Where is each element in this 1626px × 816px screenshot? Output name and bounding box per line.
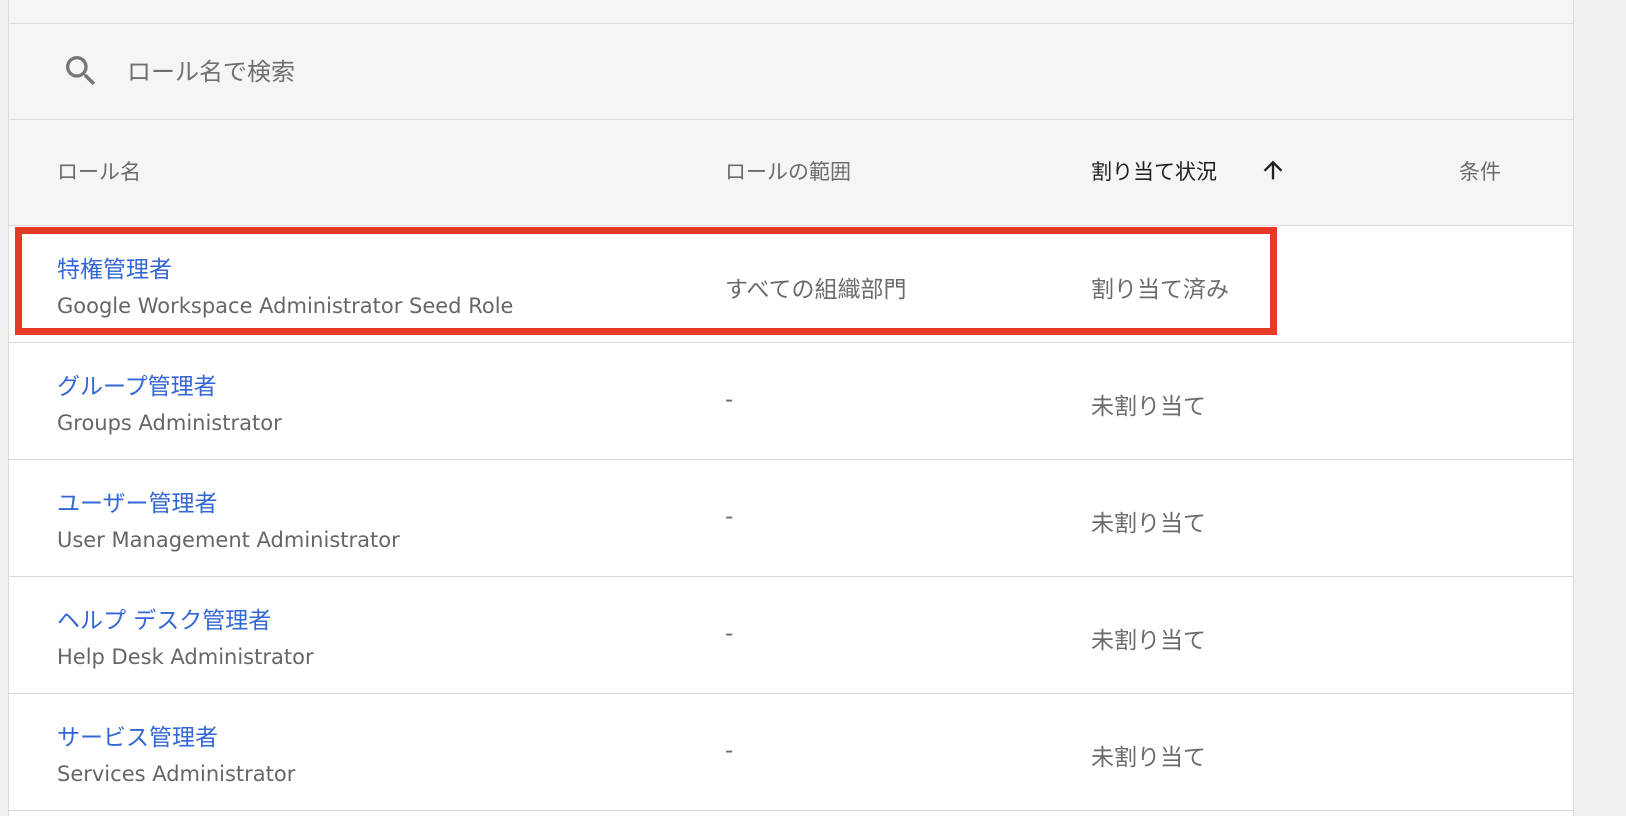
role-description: Help Desk Administrator <box>57 645 314 669</box>
admin-roles-panel: ロール名 ロールの範囲 割り当て状況 条件 特権管理者 Google Works… <box>8 0 1574 816</box>
role-name-link[interactable]: 特権管理者 <box>57 250 172 284</box>
role-name-link[interactable]: ヘルプ デスク管理者 <box>57 601 271 635</box>
column-header-conditions[interactable]: 条件 <box>1459 156 1501 186</box>
table-header: ロール名 ロールの範囲 割り当て状況 条件 <box>9 120 1573 226</box>
role-scope: - <box>725 621 734 647</box>
assignment-status: 未割り当て <box>1091 511 1206 537</box>
top-strip <box>9 0 1573 24</box>
arrow-up-icon[interactable] <box>1259 156 1287 184</box>
search-input[interactable] <box>127 52 827 92</box>
assignment-status: 未割り当て <box>1091 394 1206 420</box>
table-row[interactable]: サービス管理者 Services Administrator - 未割り当て <box>9 694 1573 811</box>
role-name-link[interactable]: ユーザー管理者 <box>57 484 218 518</box>
role-name-link[interactable]: グループ管理者 <box>57 367 217 401</box>
role-description: Services Administrator <box>57 762 296 786</box>
role-scope: - <box>725 738 734 764</box>
role-description: User Management Administrator <box>57 528 400 552</box>
table-row[interactable]: ユーザー管理者 User Management Administrator - … <box>9 460 1573 577</box>
role-description: Google Workspace Administrator Seed Role <box>57 294 514 318</box>
column-header-role-scope[interactable]: ロールの範囲 <box>725 156 851 186</box>
assignment-status: 割り当て済み <box>1091 277 1229 303</box>
role-scope: - <box>725 504 734 530</box>
table-row[interactable]: ヘルプ デスク管理者 Help Desk Administrator - 未割り… <box>9 577 1573 694</box>
role-name-link[interactable]: サービス管理者 <box>57 718 218 752</box>
column-header-role-name[interactable]: ロール名 <box>57 156 141 186</box>
role-description: Groups Administrator <box>57 411 282 435</box>
table-row[interactable]: 特権管理者 Google Workspace Administrator See… <box>9 226 1573 343</box>
role-scope: - <box>725 387 734 413</box>
column-header-assignment-status[interactable]: 割り当て状況 <box>1091 156 1217 186</box>
table-row[interactable]: グループ管理者 Groups Administrator - 未割り当て <box>9 343 1573 460</box>
search-icon[interactable] <box>61 51 101 91</box>
search-bar <box>9 24 1573 120</box>
assignment-status: 未割り当て <box>1091 628 1206 654</box>
role-scope: すべての組織部門 <box>725 277 907 303</box>
assignment-status: 未割り当て <box>1091 745 1206 771</box>
